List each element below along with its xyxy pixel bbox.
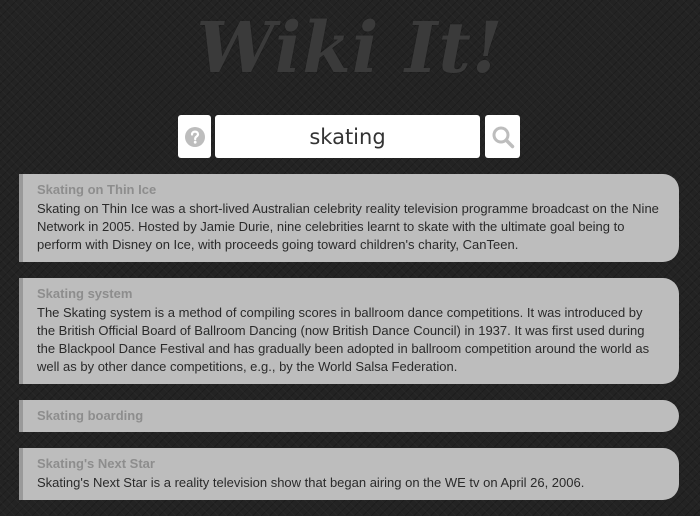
magnifier-icon — [492, 126, 514, 148]
result-card[interactable]: Skating system The Skating system is a m… — [19, 278, 679, 384]
result-title[interactable]: Skating on Thin Ice — [37, 182, 661, 198]
help-button[interactable] — [178, 115, 211, 158]
question-circle-icon — [184, 126, 205, 147]
search-button[interactable] — [485, 115, 520, 158]
result-card[interactable]: Skating boarding — [19, 400, 679, 432]
result-card[interactable]: Skating on Thin Ice Skating on Thin Ice … — [19, 174, 679, 262]
result-snippet: Skating's Next Star is a reality televis… — [37, 475, 585, 490]
result-snippet: The Skating system is a method of compil… — [37, 305, 650, 374]
results-list: Skating on Thin Ice Skating on Thin Ice … — [19, 174, 679, 516]
result-title[interactable]: Skating's Next Star — [37, 456, 661, 472]
result-snippet: Skating on Thin Ice was a short-lived Au… — [37, 201, 659, 252]
result-title[interactable]: Skating system — [37, 286, 661, 302]
result-card[interactable]: Skating's Next Star Skating's Next Star … — [19, 448, 679, 500]
search-input[interactable] — [215, 115, 480, 158]
result-title[interactable]: Skating boarding — [37, 408, 661, 424]
app-logo: Wiki It! — [196, 6, 504, 89]
